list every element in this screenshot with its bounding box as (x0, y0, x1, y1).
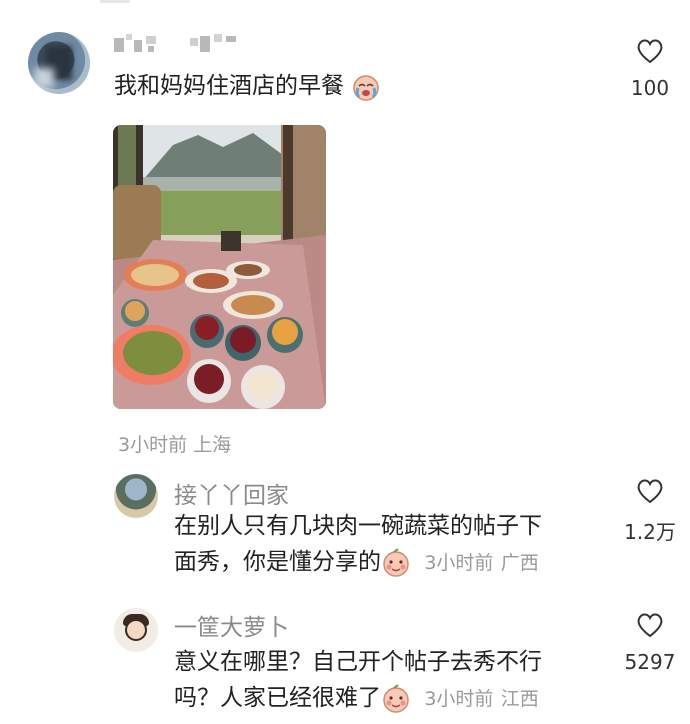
post-image-breakfast[interactable] (113, 125, 326, 409)
shy-face-icon (383, 547, 409, 577)
reply-username[interactable]: 一筐大萝卜 (174, 608, 289, 642)
post-text: 我和妈妈住酒店的早餐 (114, 68, 381, 104)
heart-outline-icon[interactable] (636, 478, 664, 504)
heart-outline-icon[interactable] (636, 612, 664, 638)
reply-avatar[interactable] (114, 608, 158, 652)
reply-like-button[interactable] (636, 612, 664, 642)
reply-text: 意义在哪里？自己开个帖子去秀不行 吗？人家已经很难了 3小时前 江西 (174, 644, 594, 717)
post-text-content: 我和妈妈住酒店的早餐 (114, 73, 344, 99)
reply-text-line: 意义在哪里？自己开个帖子去秀不行 (174, 649, 542, 675)
post-like-count: 100 (630, 76, 670, 100)
reply-time: 3小时前 (424, 688, 494, 710)
crying-face-icon (353, 74, 380, 101)
breakfast-photo (113, 125, 326, 409)
reply-text-line-2: 吗？人家已经很难了 3小时前 江西 (174, 680, 594, 717)
top-divider (100, 0, 130, 3)
reply-text-line-2: 面秀，你是懂分享的 3小时前 广西 (174, 544, 594, 581)
reply-username[interactable]: 接丫丫回家 (174, 476, 289, 510)
reply-like-button[interactable] (636, 478, 664, 508)
post-like-button[interactable] (636, 38, 664, 68)
reply-text-content: 吗？人家已经很难了 (174, 685, 381, 711)
reply-like-count: 5297 (624, 650, 676, 674)
reply-like-count: 1.2万 (624, 520, 676, 544)
reply-location: 广西 (500, 552, 539, 574)
reply-avatar[interactable] (114, 474, 158, 518)
reply-time: 3小时前 (424, 552, 494, 574)
post-time: 3小时前 (118, 434, 188, 456)
username-blurred[interactable] (114, 32, 244, 54)
heart-outline-icon[interactable] (636, 38, 664, 64)
reply-text-line: 在别人只有几块肉一碗蔬菜的帖子下 (174, 513, 542, 539)
reply-text-content: 面秀，你是懂分享的 (174, 549, 381, 575)
reply-text: 在别人只有几块肉一碗蔬菜的帖子下 面秀，你是懂分享的 3小时前 广西 (174, 508, 594, 581)
post-meta: 3小时前 上海 (118, 430, 231, 457)
reply-location: 江西 (500, 688, 539, 710)
shy-face-icon (383, 683, 409, 713)
post-location: 上海 (193, 434, 232, 456)
avatar[interactable] (28, 32, 90, 94)
